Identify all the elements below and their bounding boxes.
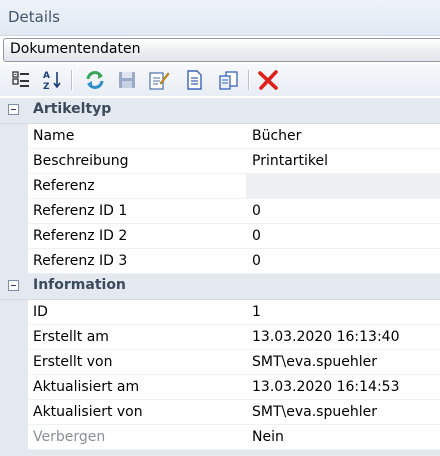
category-label: Artikeltyp	[33, 101, 112, 117]
property-value[interactable]	[246, 174, 440, 199]
category-information[interactable]: Information	[0, 274, 440, 300]
property-value[interactable]: 0	[246, 199, 440, 224]
property-value[interactable]: Bücher	[246, 124, 440, 149]
property-name: Referenz ID 3	[28, 249, 246, 274]
property-value[interactable]: 0	[246, 224, 440, 249]
property-value[interactable]: Nein	[246, 425, 440, 450]
new-document-button[interactable]	[182, 68, 206, 92]
property-row-beschreibung[interactable]: Beschreibung Printartikel	[0, 149, 440, 174]
property-row-verbergen[interactable]: Verbergen Nein	[0, 425, 440, 450]
panel-header: Details	[0, 0, 440, 36]
categorized-view-icon	[12, 71, 29, 87]
property-name: Erstellt am	[28, 325, 246, 350]
property-row-id[interactable]: ID 1	[0, 300, 440, 325]
copy-document-icon	[219, 71, 238, 90]
property-name: Name	[28, 124, 246, 149]
collapse-icon[interactable]	[8, 280, 19, 291]
save-icon	[119, 72, 135, 88]
property-row-referenz-id-2[interactable]: Referenz ID 2 0	[0, 224, 440, 249]
refresh-icon	[86, 71, 104, 89]
property-row-aktualisiert-von[interactable]: Aktualisiert von SMT\eva.spuehler	[0, 400, 440, 425]
next-category-edge	[0, 450, 440, 456]
property-name: Referenz ID 2	[28, 224, 246, 249]
delete-icon	[258, 70, 278, 90]
copy-document-button[interactable]	[216, 68, 240, 92]
panel-title: Details	[8, 8, 61, 26]
refresh-button[interactable]	[83, 68, 107, 92]
category-artikeltyp[interactable]: Artikeltyp	[0, 98, 440, 124]
property-value[interactable]: SMT\eva.spuehler	[246, 350, 440, 375]
property-grid: Artikeltyp Name Bücher Beschreibung Prin…	[0, 98, 440, 456]
svg-text:A: A	[43, 71, 50, 81]
property-row-referenz-id-3[interactable]: Referenz ID 3 0	[0, 249, 440, 274]
property-value[interactable]: Printartikel	[246, 149, 440, 174]
toolbar: A Z	[0, 64, 440, 96]
edit-button[interactable]	[147, 68, 171, 92]
sort-alphabetical-icon: A Z	[43, 71, 61, 91]
property-name: Beschreibung	[28, 149, 246, 174]
property-row-erstellt-von[interactable]: Erstellt von SMT\eva.spuehler	[0, 350, 440, 375]
property-value[interactable]: 13.03.2020 16:14:53	[246, 375, 440, 400]
document-icon	[187, 70, 202, 90]
save-button[interactable]	[115, 68, 139, 92]
delete-button[interactable]	[256, 68, 280, 92]
property-name: Verbergen	[28, 425, 246, 450]
property-name: Aktualisiert am	[28, 375, 246, 400]
collapse-icon[interactable]	[8, 104, 19, 115]
sort-alphabetical-button[interactable]: A Z	[40, 68, 64, 92]
edit-icon	[149, 72, 170, 90]
object-selector-value: Dokumentendaten	[10, 41, 141, 57]
property-value[interactable]: SMT\eva.spuehler	[246, 400, 440, 425]
category-label: Information	[33, 277, 126, 293]
property-value[interactable]: 1	[246, 300, 440, 325]
object-selector-dropdown[interactable]: Dokumentendaten	[3, 38, 440, 62]
property-row-name[interactable]: Name Bücher	[0, 124, 440, 149]
property-name: Erstellt von	[28, 350, 246, 375]
property-name: Aktualisiert von	[28, 400, 246, 425]
property-row-aktualisiert-am[interactable]: Aktualisiert am 13.03.2020 16:14:53	[0, 375, 440, 400]
property-name: Referenz	[28, 174, 246, 199]
property-value[interactable]: 13.03.2020 16:13:40	[246, 325, 440, 350]
svg-text:Z: Z	[43, 82, 50, 91]
property-name: ID	[28, 300, 246, 325]
property-value[interactable]: 0	[246, 249, 440, 274]
property-row-referenz[interactable]: Referenz	[0, 174, 440, 199]
categorized-view-button[interactable]	[9, 68, 33, 92]
property-name: Referenz ID 1	[28, 199, 246, 224]
property-row-referenz-id-1[interactable]: Referenz ID 1 0	[0, 199, 440, 224]
property-row-erstellt-am[interactable]: Erstellt am 13.03.2020 16:13:40	[0, 325, 440, 350]
